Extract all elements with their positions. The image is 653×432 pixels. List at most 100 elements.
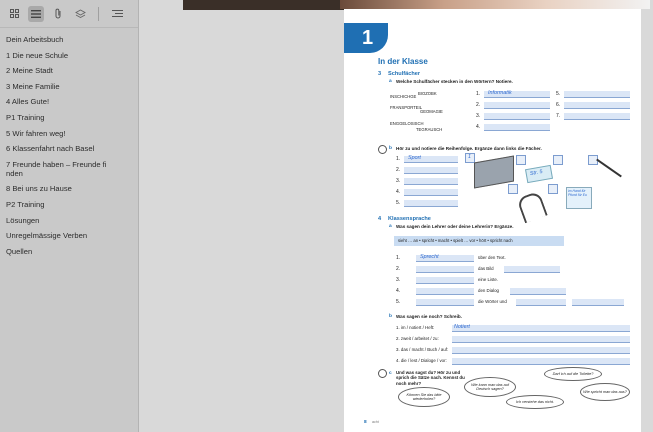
sentence-end: eine Liste. [478, 277, 499, 282]
audio-icon[interactable] [378, 145, 387, 154]
workbook-page[interactable]: 1 In der Klasse 3 Schulfächer a Welche S… [344, 9, 641, 432]
table-of-contents: Dein Arbeitsbuch 1 Die neue Schule 2 Mei… [0, 28, 138, 258]
task-instruction: Hör zu und notiere die Reihenfolge. Ergä… [396, 146, 542, 151]
scrambled-word: GEOMAGIE [420, 109, 443, 114]
answer-line[interactable] [564, 91, 630, 98]
audio-icon[interactable] [378, 369, 387, 378]
handwritten-answer: Informatik [488, 90, 512, 96]
sentence-prompt: 3. das / macht / Buch / auf: [396, 347, 449, 352]
answer-line[interactable] [516, 299, 566, 306]
sentence-end: die Wörter und [478, 299, 507, 304]
answer-number: 5. [556, 91, 561, 97]
toc-item[interactable]: 7 Freunde haben – Freunde fi nden [0, 156, 138, 181]
sticky-note-text: im Hand für Pfund für Eu [568, 189, 587, 197]
speech-bubble: Ich verstehe das nicht. [506, 395, 564, 409]
answer-line[interactable] [404, 167, 458, 174]
order-box[interactable] [508, 184, 518, 194]
toc-item[interactable]: 5 Wir fahren weg! [0, 125, 138, 141]
order-box[interactable] [553, 155, 563, 165]
answer-line[interactable] [452, 336, 630, 343]
task-instruction: Welche Schulfächer stecken in den Wörter… [396, 79, 513, 84]
section-title: Schulfächer [388, 71, 421, 77]
toc-item[interactable]: 8 Bei uns zu Hause [0, 180, 138, 196]
page-number: 8 [364, 420, 367, 425]
answer-number: 7. [556, 113, 561, 119]
toc-item[interactable]: 1 Die neue Schule [0, 47, 138, 63]
answer-number: 1. [396, 156, 401, 162]
order-box[interactable] [548, 184, 558, 194]
toolbar-divider [98, 6, 99, 21]
answer-line[interactable] [416, 288, 474, 295]
speech-bubble: Wie spricht man das aus? [580, 383, 630, 401]
order-box[interactable] [516, 155, 526, 165]
answer-line[interactable] [416, 277, 474, 284]
section-number: 3 [378, 71, 382, 77]
menu-icon[interactable] [109, 6, 125, 22]
layers-icon[interactable] [72, 6, 88, 22]
paintbrush-illustration [596, 158, 622, 178]
answer-line[interactable] [484, 124, 550, 131]
task-label: b [389, 146, 392, 151]
answer-line[interactable] [484, 102, 550, 109]
word-bank-text: sieht … an • spricht • macht • spielt … … [398, 238, 513, 243]
answer-line[interactable] [416, 266, 474, 273]
handwritten-answer: Sprecht [420, 254, 439, 260]
toc-item[interactable]: Lösungen [0, 212, 138, 228]
answer-line[interactable] [452, 358, 630, 365]
task-instruction: Und was sagst du? Hör zu und sprich die … [396, 370, 465, 386]
answer-number: 5. [396, 299, 401, 305]
toc-item[interactable]: 6 Klassenfahrt nach Basel [0, 140, 138, 156]
toc-item[interactable]: P1 Training [0, 109, 138, 125]
toc-item[interactable]: 3 Meine Familie [0, 78, 138, 94]
answer-line[interactable] [572, 299, 624, 306]
answer-line[interactable] [504, 266, 560, 273]
grid-icon[interactable] [6, 6, 22, 22]
speech-bubble: Wie kann man das auf Deutsch sagen? [464, 377, 516, 397]
answer-number: 1. [396, 255, 401, 261]
toc-item[interactable]: 4 Alles Gute! [0, 93, 138, 109]
answer-line[interactable] [416, 299, 474, 306]
answer-line[interactable] [452, 347, 630, 354]
magnet-illustration [516, 190, 548, 224]
toc-item[interactable]: Unregelmässige Verben [0, 227, 138, 243]
answer-number: 2. [396, 266, 401, 272]
answer-line[interactable] [484, 113, 550, 120]
answer-number: 3. [396, 178, 401, 184]
task-label: a [389, 224, 392, 229]
section-title: Klassensprache [388, 216, 431, 222]
answer-number: 5. [396, 200, 401, 206]
toc-item[interactable]: 2 Meine Stadt [0, 62, 138, 78]
answer-line[interactable] [510, 288, 566, 295]
task-label: b [389, 314, 392, 319]
speech-bubble: Darf ich auf die Toilette? [544, 367, 602, 381]
task-label: c [389, 371, 392, 376]
answer-line[interactable] [404, 200, 458, 207]
answer-number: 2. [396, 167, 401, 173]
answer-line[interactable] [564, 113, 630, 120]
answer-line[interactable] [404, 189, 458, 196]
attachment-icon[interactable] [50, 6, 66, 22]
toc-item[interactable]: P2 Training [0, 196, 138, 212]
sentence-prompt: 1. im / notiert / Heft: [396, 325, 435, 330]
answer-line[interactable] [452, 325, 630, 332]
answer-number: 3. [396, 277, 401, 283]
sentence-end: das Bild [478, 266, 494, 271]
speech-bubble: Können Sie das bitte wiederholen? [398, 387, 450, 407]
sidebar: Dein Arbeitsbuch 1 Die neue Schule 2 Mei… [0, 0, 139, 432]
chapter-tab: 1 [344, 23, 388, 53]
list-icon[interactable] [28, 5, 44, 22]
handwritten-number: 1 [468, 154, 471, 160]
toc-item[interactable]: Dein Arbeitsbuch [0, 31, 138, 47]
answer-number: 6. [556, 102, 561, 108]
toc-item[interactable]: Quellen [0, 243, 138, 259]
answer-number: 4. [476, 124, 481, 130]
previous-page-photo-edge [340, 0, 650, 9]
page-number-word: acht [372, 420, 379, 424]
sentence-end: den Dialog [478, 288, 499, 293]
handwritten-answer: Sport [408, 155, 421, 161]
sentence-end: über den Text. [478, 255, 506, 260]
sidebar-toolbar [0, 0, 138, 28]
answer-line[interactable] [564, 102, 630, 109]
answer-number: 4. [396, 288, 401, 294]
answer-line[interactable] [404, 178, 458, 185]
